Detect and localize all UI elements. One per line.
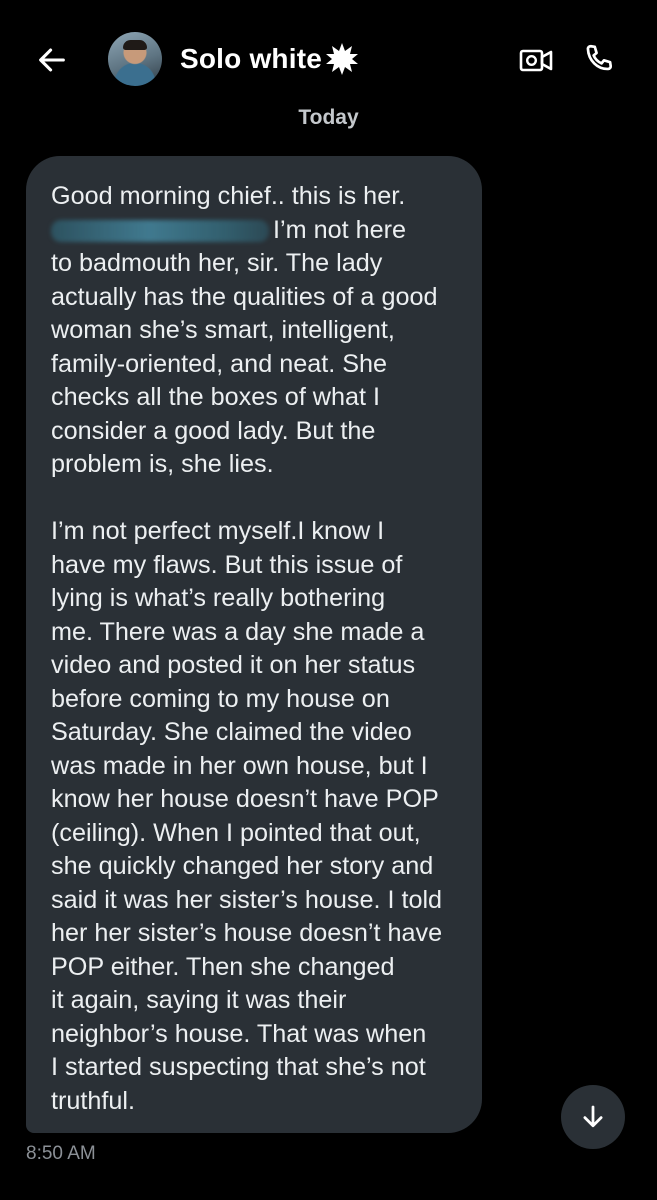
voice-call-button[interactable] — [578, 38, 620, 80]
contact-name: Solo white — [180, 43, 322, 74]
message-text-line-2-tail: I’m not here — [273, 215, 406, 244]
conversation-header: Solo white — [0, 0, 657, 110]
arrow-left-icon — [39, 48, 65, 72]
message-text-rest: to badmouth her, sir. The lady actually … — [51, 249, 438, 478]
starburst-badge-icon — [326, 43, 358, 75]
message-text-line-1: Good morning chief.. this is her. — [51, 182, 406, 210]
date-separator: Today — [298, 106, 359, 129]
back-button[interactable] — [32, 40, 72, 80]
avatar[interactable] — [108, 32, 162, 86]
message-timestamp: 8:50 AM — [26, 1143, 96, 1164]
message-bubble[interactable]: Good morning chief.. this is her. I’m no… — [26, 156, 482, 1133]
contact-name-block[interactable]: Solo white — [180, 42, 359, 76]
dm-conversation-screen: Solo white Today Good morning chief.. th… — [0, 0, 657, 1200]
message-paragraph-1: Good morning chief.. this is her. I’m no… — [51, 180, 460, 482]
scroll-to-bottom-button[interactable] — [561, 1085, 625, 1149]
phone-icon — [586, 44, 613, 71]
arrow-down-icon — [583, 1105, 603, 1128]
message-paragraph-2: I’m not perfect myself.I know I have my … — [51, 517, 443, 1115]
video-camera-icon — [519, 49, 553, 72]
redacted-name-blur — [51, 219, 269, 242]
video-call-button[interactable] — [516, 40, 556, 80]
